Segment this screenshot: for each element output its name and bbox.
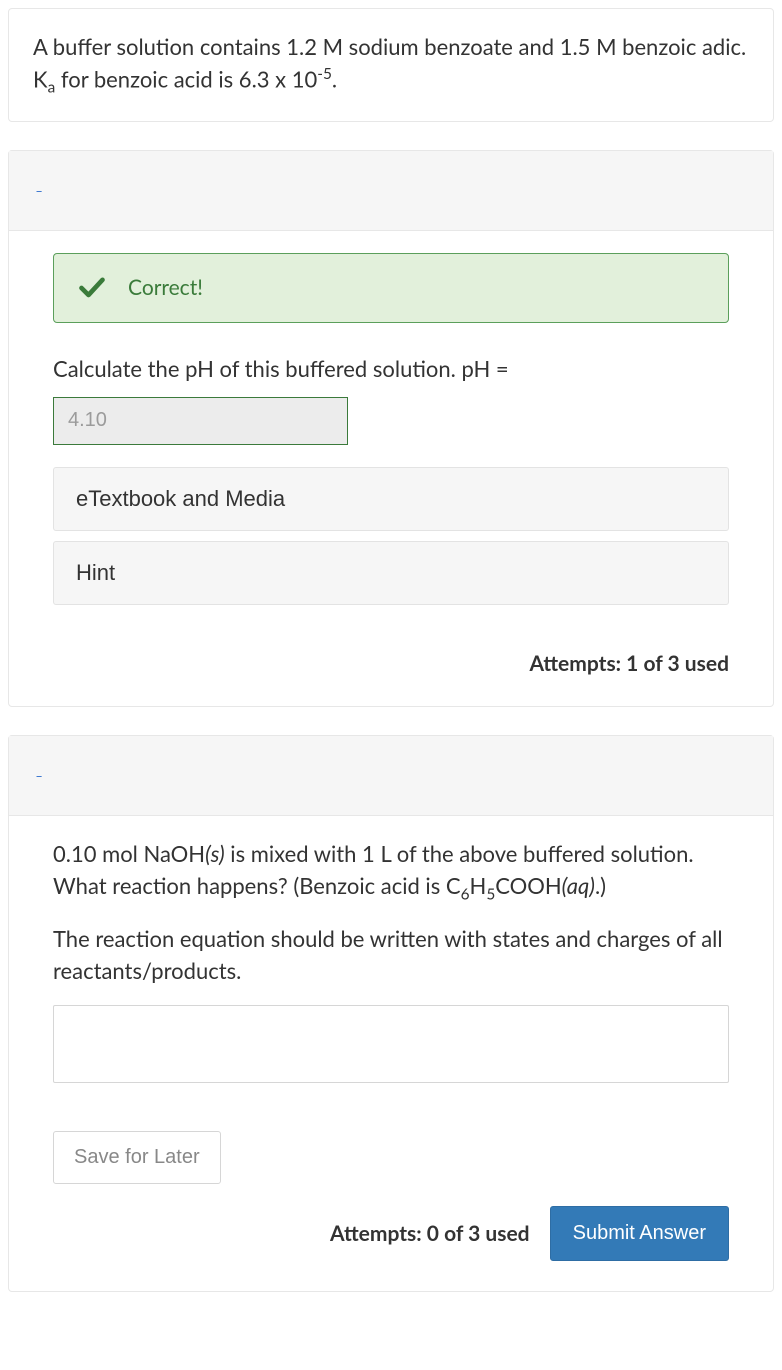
question-text: A buffer solution contains 1.2 M sodium … xyxy=(9,9,773,121)
part2-prompt-1: 0.10 mol NaOH(s) is mixed with 1 L of th… xyxy=(53,838,729,906)
part1-header[interactable]: - xyxy=(9,151,773,231)
ph-answer-input xyxy=(53,397,348,445)
submit-answer-button[interactable]: Submit Answer xyxy=(550,1206,729,1261)
part2-header[interactable]: - xyxy=(9,736,773,816)
part1-card: - Correct! Calculate the pH of this buff… xyxy=(8,150,774,707)
etextbook-button[interactable]: eTextbook and Media xyxy=(53,467,729,531)
part2-body: 0.10 mol NaOH(s) is mixed with 1 L of th… xyxy=(9,816,773,1291)
hint-button[interactable]: Hint xyxy=(53,541,729,605)
part2-prompt-2: The reaction equation should be written … xyxy=(53,923,729,987)
question-stem-card: A buffer solution contains 1.2 M sodium … xyxy=(8,8,774,122)
part1-body: Correct! Calculate the pH of this buffer… xyxy=(9,231,773,706)
part2-card: - 0.10 mol NaOH(s) is mixed with 1 L of … xyxy=(8,735,774,1292)
correct-banner: Correct! xyxy=(53,253,729,323)
reaction-equation-input[interactable] xyxy=(53,1005,729,1083)
collapse-icon[interactable]: - xyxy=(35,764,43,786)
part2-attempts: Attempts: 0 of 3 used xyxy=(330,1221,530,1246)
collapse-icon[interactable]: - xyxy=(35,179,43,201)
save-for-later-button[interactable]: Save for Later xyxy=(53,1131,221,1184)
part1-attempts: Attempts: 1 of 3 used xyxy=(53,651,729,676)
part2-footer: Save for Later Attempts: 0 of 3 used Sub… xyxy=(53,1131,729,1261)
check-icon xyxy=(78,274,106,302)
part1-prompt: Calculate the pH of this buffered soluti… xyxy=(53,353,729,385)
correct-label: Correct! xyxy=(128,275,203,300)
